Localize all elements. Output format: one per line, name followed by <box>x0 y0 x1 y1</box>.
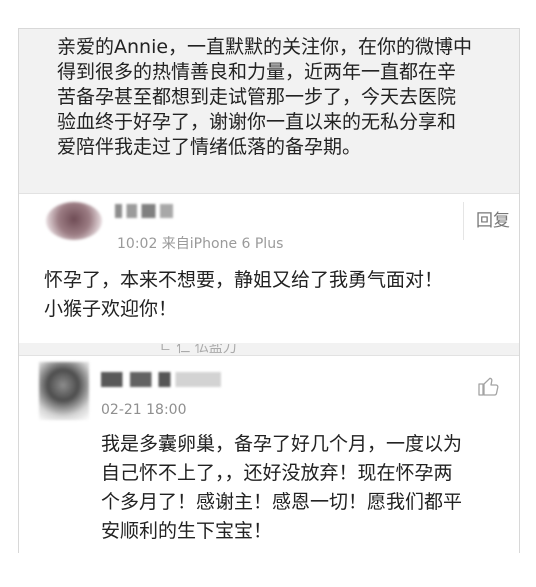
comment-text: 怀孕了，本来不想要，静姐又给了我勇气面对！ 小猴子欢迎你！ <box>44 266 514 324</box>
comment-text-line: 自己怀不上了，，还好没放弃！现在怀孕两 <box>101 462 453 484</box>
username-redacted[interactable] <box>115 204 173 218</box>
post-message-line: 亲爱的Annie，一直默默的关注你，在你的微博中 <box>57 36 473 58</box>
comment-meta: 10:02 来自iPhone 6 Plus <box>117 236 284 252</box>
comment-text-line: 安顺利的生下宝宝！ <box>101 520 273 542</box>
comment-text-line: 怀孕了，本来不想要，静姐又给了我勇气面对！ <box>44 269 444 291</box>
post-message-line: 验血终于好孕了，谢谢你一直以来的无私分享和 <box>57 111 457 133</box>
comment-card: 10:02 来自iPhone 6 Plus 回复 怀孕了，本来不想要，静姐又给了… <box>19 193 519 343</box>
post-message-line: 爱陪伴我走过了情绪低落的备孕期。 <box>57 136 362 158</box>
comment-text: 我是多囊卵巢，备孕了好几个月，一度以为 自己怀不上了，，还好没放弃！现在怀孕两 … <box>101 430 511 546</box>
comment-text-line: 小猴子欢迎你！ <box>44 298 178 320</box>
comment-text-line: 个多月了！感谢主！感恩一切！愿我们都平 <box>101 491 463 513</box>
cropped-divider: ㄷ 仁 仏盐刀 <box>19 344 519 354</box>
avatar[interactable] <box>46 202 102 240</box>
avatar[interactable] <box>39 362 89 420</box>
post-message: 亲爱的Annie，一直默默的关注你，在你的微博中 得到很多的热情善良和力量，近两… <box>57 35 507 160</box>
like-icon[interactable] <box>477 374 501 398</box>
post-message-line: 苦备孕甚至都想到走试管那一步了，今天去医院 <box>57 86 457 108</box>
comment-text-line: 我是多囊卵巢，备孕了好几个月，一度以为 <box>101 433 463 455</box>
screenshot-frame: 亲爱的Annie，一直默默的关注你，在你的微博中 得到很多的热情善良和力量，近两… <box>18 28 520 553</box>
post-message-line: 得到很多的热情善良和力量，近两年一直都在辛 <box>57 61 457 83</box>
reply-button[interactable]: 回复 <box>463 202 519 240</box>
comment-time: 02-21 18:00 <box>101 402 187 418</box>
username-redacted[interactable] <box>101 372 221 387</box>
comment-card: 02-21 18:00 我是多囊卵巢，备孕了好几个月，一度以为 自己怀不上了，，… <box>19 355 519 553</box>
cropped-text: ㄷ 仁 仏盐刀 <box>159 344 237 354</box>
